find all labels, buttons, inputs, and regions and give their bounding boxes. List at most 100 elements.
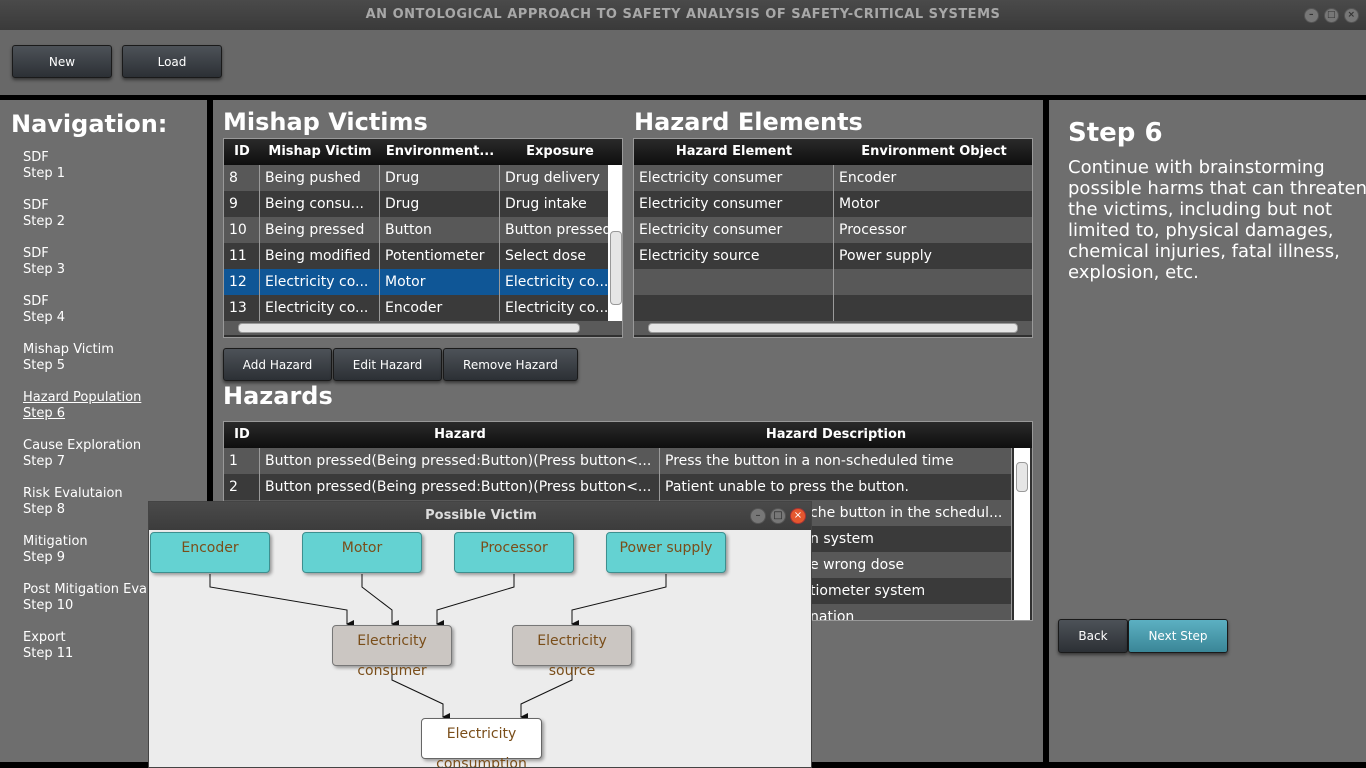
- nav-item-step-7[interactable]: Cause Exploration Step 7: [23, 438, 141, 470]
- column-header[interactable]: Exposure: [500, 139, 620, 165]
- table-row[interactable]: Electricity consumer Processor: [634, 217, 1032, 243]
- node-motor[interactable]: Motor: [302, 532, 422, 573]
- nav-item-step-9[interactable]: Mitigation Step 9: [23, 534, 88, 566]
- table-row[interactable]: 11 Being modified Potentiometer Select d…: [224, 243, 608, 269]
- table-row[interactable]: 1 Button pressed(Being pressed:Button)(P…: [224, 448, 1012, 474]
- close-icon[interactable]: ×: [1344, 8, 1359, 23]
- nav-item-step-11[interactable]: Export Step 11: [23, 630, 73, 662]
- table-cell: Electricity source: [634, 243, 834, 269]
- table-cell: [634, 295, 834, 321]
- nav-item-step-10[interactable]: Post Mitigation Eva Step 10: [23, 582, 147, 614]
- add-hazard-button[interactable]: Add Hazard: [223, 348, 332, 381]
- nav-item-step-1[interactable]: SDF Step 1: [23, 150, 65, 182]
- table-header: Hazard Element Environment Object: [634, 139, 1032, 165]
- table-cell: Button pressed(Being pressed:Button)(Pre…: [260, 448, 660, 474]
- table-row[interactable]: [634, 295, 1032, 321]
- table-cell: Encoder: [839, 170, 897, 186]
- nav-item-name: SDF: [23, 150, 49, 165]
- table-cell: Being pushed: [260, 165, 380, 191]
- scrollbar-thumb[interactable]: [648, 323, 1018, 333]
- table-cell: Drug: [380, 165, 500, 191]
- nav-item-step-8[interactable]: Risk Evalutaion Step 8: [23, 486, 123, 518]
- vertical-scrollbar[interactable]: [608, 165, 622, 321]
- hazards-title: Hazards: [223, 382, 333, 410]
- back-button[interactable]: Back: [1058, 619, 1128, 653]
- nav-item-name: Export: [23, 630, 66, 645]
- column-header[interactable]: Hazard Description: [660, 422, 1012, 448]
- node-power-supply[interactable]: Power supply: [606, 532, 726, 573]
- table-cell: 11: [224, 243, 260, 269]
- nav-item-name: Risk Evalutaion: [23, 486, 123, 501]
- table-cell: Electricity co...: [260, 295, 380, 321]
- column-header[interactable]: ID: [224, 139, 260, 165]
- remove-hazard-button[interactable]: Remove Hazard: [443, 348, 578, 381]
- column-header[interactable]: Environment...: [380, 139, 500, 165]
- table-header: ID Mishap Victim Environment... Exposure: [224, 139, 622, 165]
- scrollbar-thumb[interactable]: [1016, 462, 1028, 492]
- table-row[interactable]: Electricity source Power supply: [634, 243, 1032, 269]
- node-electricity-source[interactable]: Electricity source: [512, 625, 632, 679]
- app-window: AN ONTOLOGICAL APPROACH TO SAFETY ANALYS…: [0, 0, 1366, 768]
- table-cell: Press the button in a non-scheduled time: [660, 448, 1012, 474]
- nav-item-name: Hazard Population: [23, 390, 142, 405]
- next-step-button[interactable]: Next Step: [1128, 619, 1228, 653]
- table-cell: Encoder: [380, 295, 500, 321]
- edit-hazard-button[interactable]: Edit Hazard: [333, 348, 442, 381]
- table-cell: Electricity consumer: [634, 165, 834, 191]
- table-cell: Being modified: [260, 243, 380, 269]
- table-row[interactable]: 2 Button pressed(Being pressed:Button)(P…: [224, 474, 1012, 500]
- scrollbar-thumb[interactable]: [238, 323, 580, 333]
- table-row[interactable]: 13 Electricity co... Encoder Electricity…: [224, 295, 608, 321]
- column-header[interactable]: Environment Object: [834, 139, 1032, 165]
- nav-item-name: Mishap Victim: [23, 342, 114, 357]
- table-cell: Power supply: [839, 248, 932, 264]
- nav-item-step-2[interactable]: SDF Step 2: [23, 198, 65, 230]
- horizontal-scrollbar[interactable]: [224, 321, 622, 335]
- maximize-icon[interactable]: □: [1324, 8, 1339, 23]
- nav-item-step-3[interactable]: SDF Step 3: [23, 246, 65, 278]
- nav-item-step: Step 7: [23, 454, 66, 469]
- node-electricity-consumption[interactable]: Electricity consumption: [421, 718, 542, 767]
- table-cell: Being consu...: [260, 191, 380, 217]
- table-row[interactable]: 9 Being consu... Drug Drug intake: [224, 191, 608, 217]
- column-header[interactable]: Hazard: [260, 422, 660, 448]
- nav-item-step-5[interactable]: Mishap Victim Step 5: [23, 342, 114, 374]
- nav-item-name: Mitigation: [23, 534, 88, 549]
- table-cell: 8: [224, 165, 260, 191]
- load-button[interactable]: Load: [122, 45, 222, 78]
- horizontal-scrollbar[interactable]: [634, 321, 1032, 335]
- table-row[interactable]: 10 Being pressed Button Button pressed: [224, 217, 608, 243]
- table-row[interactable]: Electricity consumer Encoder: [634, 165, 1032, 191]
- nav-item-step: Step 4: [23, 310, 66, 325]
- table-row[interactable]: 8 Being pushed Drug Drug delivery: [224, 165, 608, 191]
- table-cell: Motor: [380, 269, 500, 295]
- nav-item-step-6[interactable]: Hazard Population Step 6: [23, 390, 141, 422]
- column-header[interactable]: Mishap Victim: [260, 139, 380, 165]
- table-cell: Button pressed: [505, 222, 608, 238]
- edge: [209, 574, 354, 628]
- node-processor[interactable]: Processor: [454, 532, 574, 573]
- table-cell: Potentiometer: [380, 243, 500, 269]
- column-header[interactable]: ID: [224, 422, 260, 448]
- step-title: Step 6: [1068, 118, 1163, 148]
- new-button[interactable]: New: [12, 45, 112, 78]
- table-cell: Motor: [839, 196, 880, 212]
- table-cell: Button: [380, 217, 500, 243]
- nav-item-step: Step 1: [23, 166, 66, 181]
- node-encoder[interactable]: Encoder: [150, 532, 270, 573]
- navigation-title: Navigation:: [11, 110, 168, 138]
- table-cell: 10: [224, 217, 260, 243]
- column-header[interactable]: Hazard Element: [634, 139, 834, 165]
- minimize-icon[interactable]: –: [1304, 8, 1319, 23]
- table-row[interactable]: [634, 269, 1032, 295]
- table-row[interactable]: Electricity consumer Motor: [634, 191, 1032, 217]
- step-description: Continue with brainstorming possible har…: [1068, 157, 1366, 283]
- edge: [436, 574, 515, 628]
- nav-item-step-4[interactable]: SDF Step 4: [23, 294, 65, 326]
- scrollbar-thumb[interactable]: [610, 231, 622, 305]
- vertical-scrollbar[interactable]: [1014, 448, 1030, 620]
- table-row-selected[interactable]: 12 Electricity co... Motor Electricity c…: [224, 269, 608, 295]
- nav-item-name: SDF: [23, 198, 49, 213]
- node-electricity-consumer[interactable]: Electricity consumer: [332, 625, 452, 679]
- nav-item-name: SDF: [23, 294, 49, 309]
